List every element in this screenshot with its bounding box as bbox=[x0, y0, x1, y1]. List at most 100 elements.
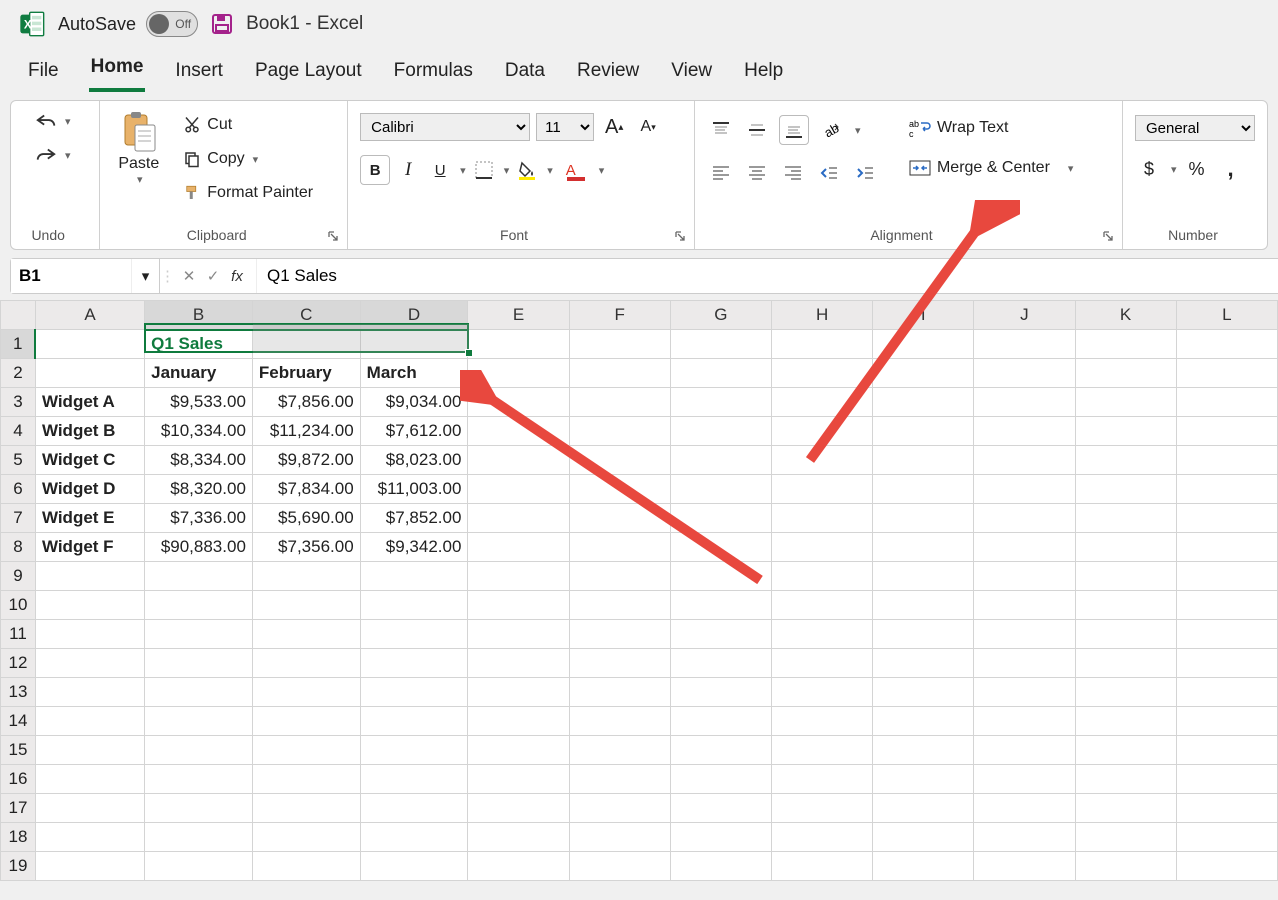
cell-G17[interactable] bbox=[670, 794, 771, 823]
cell-G16[interactable] bbox=[670, 765, 771, 794]
currency-icon[interactable]: $ bbox=[1135, 155, 1163, 183]
cell-D16[interactable] bbox=[360, 765, 468, 794]
cell-A13[interactable] bbox=[35, 678, 144, 707]
cell-A12[interactable] bbox=[35, 649, 144, 678]
cell-A2[interactable] bbox=[35, 359, 144, 388]
cell-I11[interactable] bbox=[873, 620, 974, 649]
formula-input[interactable] bbox=[257, 259, 1278, 293]
tab-review[interactable]: Review bbox=[575, 56, 641, 92]
cell-C14[interactable] bbox=[252, 707, 360, 736]
paste-button[interactable]: Paste ▾ bbox=[112, 109, 165, 188]
cell-B19[interactable] bbox=[145, 852, 253, 881]
cell-E15[interactable] bbox=[468, 736, 569, 765]
cell-L17[interactable] bbox=[1176, 794, 1277, 823]
cell-G15[interactable] bbox=[670, 736, 771, 765]
cell-A16[interactable] bbox=[35, 765, 144, 794]
row-header-13[interactable]: 13 bbox=[1, 678, 36, 707]
cell-C3[interactable]: $7,856.00 bbox=[252, 388, 360, 417]
copy-button[interactable]: Copy ▾ bbox=[177, 147, 319, 171]
cut-button[interactable]: Cut bbox=[177, 113, 319, 137]
cell-B13[interactable] bbox=[145, 678, 253, 707]
cell-C13[interactable] bbox=[252, 678, 360, 707]
cell-C17[interactable] bbox=[252, 794, 360, 823]
dialog-launcher-icon[interactable] bbox=[674, 229, 688, 243]
cell-K14[interactable] bbox=[1075, 707, 1176, 736]
cell-F2[interactable] bbox=[569, 359, 670, 388]
cell-H4[interactable] bbox=[771, 417, 872, 446]
cell-F17[interactable] bbox=[569, 794, 670, 823]
cell-C18[interactable] bbox=[252, 823, 360, 852]
cell-F9[interactable] bbox=[569, 562, 670, 591]
percent-icon[interactable]: % bbox=[1183, 155, 1211, 183]
cell-D7[interactable]: $7,852.00 bbox=[360, 504, 468, 533]
cell-K4[interactable] bbox=[1075, 417, 1176, 446]
cell-I3[interactable] bbox=[873, 388, 974, 417]
autosave-toggle[interactable]: Off bbox=[146, 11, 198, 37]
row-header-15[interactable]: 15 bbox=[1, 736, 36, 765]
cell-L8[interactable] bbox=[1176, 533, 1277, 562]
cell-F14[interactable] bbox=[569, 707, 670, 736]
cell-J18[interactable] bbox=[974, 823, 1075, 852]
cell-E14[interactable] bbox=[468, 707, 569, 736]
cell-E19[interactable] bbox=[468, 852, 569, 881]
col-header-K[interactable]: K bbox=[1075, 301, 1176, 330]
row-header-1[interactable]: 1 bbox=[1, 330, 36, 359]
cell-B16[interactable] bbox=[145, 765, 253, 794]
cell-E1[interactable] bbox=[468, 330, 569, 359]
cell-H7[interactable] bbox=[771, 504, 872, 533]
cell-B17[interactable] bbox=[145, 794, 253, 823]
tab-help[interactable]: Help bbox=[742, 56, 785, 92]
cell-K17[interactable] bbox=[1075, 794, 1176, 823]
cell-F16[interactable] bbox=[569, 765, 670, 794]
enter-formula-icon[interactable]: ✓ bbox=[202, 265, 224, 287]
cell-J12[interactable] bbox=[974, 649, 1075, 678]
fx-icon[interactable]: fx bbox=[226, 265, 248, 287]
cell-H16[interactable] bbox=[771, 765, 872, 794]
cell-K3[interactable] bbox=[1075, 388, 1176, 417]
dialog-launcher-icon[interactable] bbox=[327, 229, 341, 243]
cell-A4[interactable]: Widget B bbox=[35, 417, 144, 446]
cell-K8[interactable] bbox=[1075, 533, 1176, 562]
bold-button[interactable]: B bbox=[360, 155, 390, 185]
cell-I13[interactable] bbox=[873, 678, 974, 707]
cell-H9[interactable] bbox=[771, 562, 872, 591]
cell-L12[interactable] bbox=[1176, 649, 1277, 678]
cell-E4[interactable] bbox=[468, 417, 569, 446]
cell-J1[interactable] bbox=[974, 330, 1075, 359]
cell-F13[interactable] bbox=[569, 678, 670, 707]
row-header-5[interactable]: 5 bbox=[1, 446, 36, 475]
cell-I1[interactable] bbox=[873, 330, 974, 359]
cell-D6[interactable]: $11,003.00 bbox=[360, 475, 468, 504]
cell-B4[interactable]: $10,334.00 bbox=[145, 417, 253, 446]
align-bottom-icon[interactable] bbox=[779, 115, 809, 145]
cell-C9[interactable] bbox=[252, 562, 360, 591]
cell-G7[interactable] bbox=[670, 504, 771, 533]
cell-C1[interactable] bbox=[252, 330, 360, 359]
cell-B15[interactable] bbox=[145, 736, 253, 765]
cell-B5[interactable]: $8,334.00 bbox=[145, 446, 253, 475]
cell-I18[interactable] bbox=[873, 823, 974, 852]
cell-H15[interactable] bbox=[771, 736, 872, 765]
col-header-E[interactable]: E bbox=[468, 301, 569, 330]
cell-J13[interactable] bbox=[974, 678, 1075, 707]
cell-H5[interactable] bbox=[771, 446, 872, 475]
row-header-9[interactable]: 9 bbox=[1, 562, 36, 591]
cell-F18[interactable] bbox=[569, 823, 670, 852]
cell-L18[interactable] bbox=[1176, 823, 1277, 852]
cell-H8[interactable] bbox=[771, 533, 872, 562]
align-center-icon[interactable] bbox=[743, 159, 771, 187]
cell-C5[interactable]: $9,872.00 bbox=[252, 446, 360, 475]
cell-A6[interactable]: Widget D bbox=[35, 475, 144, 504]
cell-D3[interactable]: $9,034.00 bbox=[360, 388, 468, 417]
cell-G11[interactable] bbox=[670, 620, 771, 649]
cell-E12[interactable] bbox=[468, 649, 569, 678]
redo-button[interactable]: ▾ bbox=[29, 143, 77, 167]
decrease-font-icon[interactable]: A▾ bbox=[634, 113, 662, 141]
cell-B12[interactable] bbox=[145, 649, 253, 678]
cell-K18[interactable] bbox=[1075, 823, 1176, 852]
cell-H13[interactable] bbox=[771, 678, 872, 707]
cell-C11[interactable] bbox=[252, 620, 360, 649]
cell-K10[interactable] bbox=[1075, 591, 1176, 620]
cell-J5[interactable] bbox=[974, 446, 1075, 475]
cell-J19[interactable] bbox=[974, 852, 1075, 881]
